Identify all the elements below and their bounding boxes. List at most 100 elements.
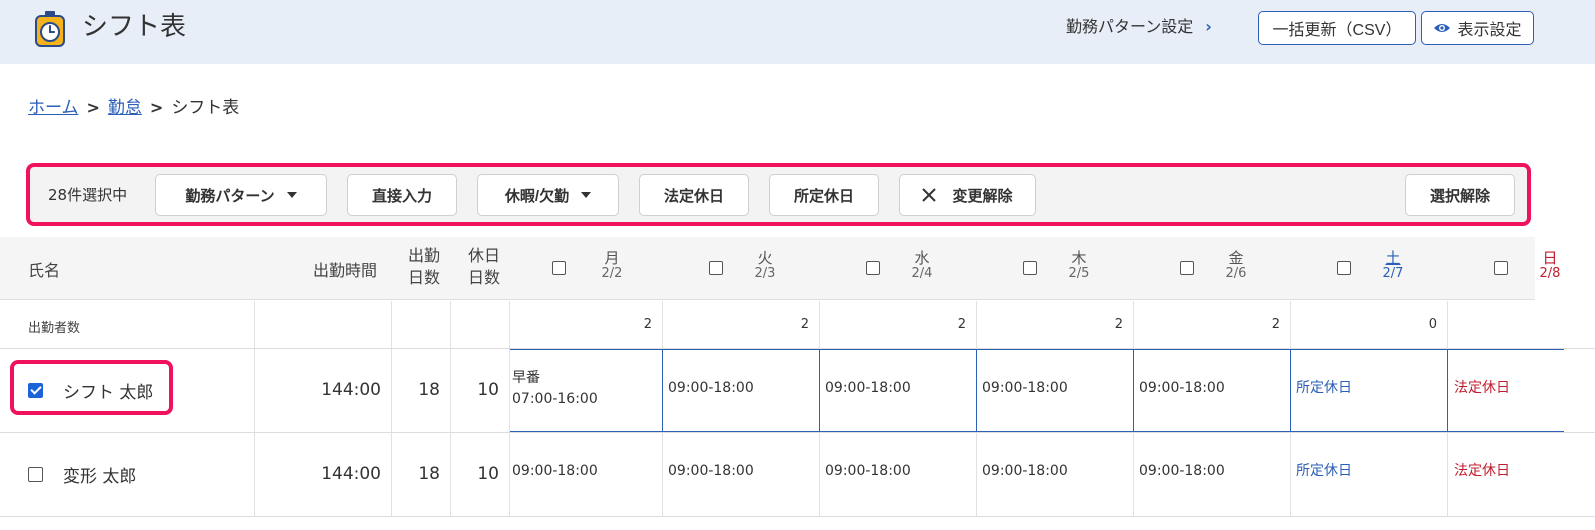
day-date: 2/3 — [754, 266, 776, 281]
clear-changes-button[interactable]: 変更解除 — [899, 174, 1036, 216]
holidays-cell: 10 — [451, 349, 510, 432]
bulk-action-bar: 28件選択中 勤務パターン 直接入力 休暇/欠勤 法定休日 所定休日 変更解除 … — [26, 163, 1531, 226]
day-select-checkbox[interactable] — [1494, 261, 1508, 275]
shift-cell-sunday[interactable]: 法定休日 — [1448, 349, 1564, 432]
breadcrumb: ホーム > 勤怠 > シフト表 — [28, 96, 239, 120]
clear-changes-label: 変更解除 — [952, 187, 1013, 205]
work-pattern-dropdown[interactable]: 勤務パターン — [155, 174, 327, 216]
day-date: 2/8 — [1539, 266, 1561, 281]
table-row: 変形 太郎 144:00 18 10 09:00-18:00 09:00-18:… — [0, 433, 1595, 517]
day-weekday: 木 — [1071, 249, 1087, 267]
shift-cell[interactable]: 09:00-18:00 — [820, 433, 977, 516]
empty-cell — [255, 301, 392, 348]
shift-cell[interactable]: 09:00-18:00 — [1134, 433, 1291, 516]
work-pattern-settings-label: 勤務パターン設定 — [1066, 17, 1194, 36]
shift-cell[interactable]: 09:00-18:00 — [977, 433, 1134, 516]
close-icon — [922, 188, 937, 202]
work-hours: 144:00 — [321, 464, 381, 484]
bulk-update-csv-label: 一括更新（CSV） — [1272, 22, 1402, 39]
caret-down-icon — [581, 192, 592, 198]
day-label: 水 2/4 — [902, 251, 942, 282]
shift-holiday: 所定休日 — [1296, 463, 1352, 479]
employee-name[interactable]: 変形 太郎 — [63, 462, 136, 487]
shift-time: 09:00-18:00 — [982, 380, 1068, 396]
day-date: 2/2 — [601, 266, 623, 281]
attendee-count-cell: 2 — [663, 301, 820, 348]
day-column-header: 木 2/5 — [977, 237, 1134, 300]
table-row: シフト 太郎 144:00 18 10 早番 07:00-16:00 09:00-… — [0, 349, 1595, 433]
day-date: 2/7 — [1382, 266, 1404, 281]
shift-cell-saturday[interactable]: 所定休日 — [1291, 433, 1448, 516]
shift-text: 早番 07:00-16:00 — [512, 368, 598, 410]
day-label-sunday: 日 2/8 — [1530, 251, 1570, 282]
day-select-checkbox[interactable] — [866, 261, 880, 275]
employee-select-checkbox[interactable] — [28, 467, 43, 482]
hours-cell: 144:00 — [255, 349, 392, 432]
col-header-workdays: 出勤 日数 — [404, 245, 444, 289]
shift-time: 09:00-18:00 — [825, 380, 911, 396]
shift-cell[interactable]: 09:00-18:00 — [510, 433, 663, 516]
shift-cell-sunday[interactable]: 法定休日 — [1448, 433, 1595, 516]
page-title: シフト表 — [82, 12, 187, 42]
shift-cell-saturday[interactable]: 所定休日 — [1291, 349, 1448, 432]
deselect-button[interactable]: 選択解除 — [1405, 174, 1515, 216]
shift-clock-icon — [35, 11, 65, 47]
bulk-update-csv-button[interactable]: 一括更新（CSV） — [1258, 11, 1416, 45]
col-header-holidays-line2: 日数 — [467, 268, 500, 287]
attendee-count: 2 — [957, 317, 966, 332]
breadcrumb-attendance-link[interactable]: 勤怠 — [108, 96, 142, 120]
shift-time: 09:00-18:00 — [512, 463, 598, 479]
work-pattern-label: 勤務パターン — [185, 187, 275, 205]
chevron-right-icon: › — [1205, 17, 1212, 36]
leave-absence-dropdown[interactable]: 休暇/欠勤 — [477, 174, 619, 216]
day-column-header: 土 2/7 — [1291, 237, 1448, 300]
shift-cell[interactable]: 09:00-18:00 — [820, 349, 977, 432]
direct-input-button[interactable]: 直接入力 — [347, 174, 457, 216]
legal-holiday-button[interactable]: 法定休日 — [639, 174, 749, 216]
shift-cell[interactable]: 09:00-18:00 — [977, 349, 1134, 432]
hours-cell: 144:00 — [255, 433, 392, 516]
shift-holiday: 法定休日 — [1454, 463, 1510, 479]
day-weekday: 土 — [1385, 249, 1401, 267]
display-settings-label: 表示設定 — [1457, 22, 1522, 39]
shift-time: 09:00-18:00 — [668, 463, 754, 479]
day-select-checkbox[interactable] — [1023, 261, 1037, 275]
shift-time: 09:00-18:00 — [982, 463, 1068, 479]
table-header: 氏名 出勤時間 出勤 日数 休日 日数 月 2/2 火 2/3 水 2/4 木 2/5 … — [0, 237, 1560, 300]
shift-time: 09:00-18:00 — [668, 380, 754, 396]
app-header: シフト表 勤務パターン設定 › 一括更新（CSV） 表示設定 — [0, 0, 1595, 64]
shift-time: 09:00-18:00 — [825, 463, 911, 479]
breadcrumb-current: シフト表 — [171, 98, 240, 118]
work-days: 18 — [418, 464, 440, 484]
direct-input-label: 直接入力 — [371, 187, 432, 205]
attendee-count-cell: 2 — [1134, 301, 1291, 348]
shift-cell[interactable]: 09:00-18:00 — [1134, 349, 1291, 432]
chevron-right-icon: > — [149, 98, 164, 117]
leave-absence-label: 休暇/欠勤 — [504, 187, 570, 205]
shift-holiday: 法定休日 — [1454, 380, 1510, 396]
shift-cell[interactable]: 09:00-18:00 — [663, 349, 820, 432]
attendee-count-cell: 2 — [977, 301, 1134, 348]
day-select-checkbox[interactable] — [1180, 261, 1194, 275]
day-column-header: 月 2/2 — [510, 237, 663, 300]
legal-holiday-label: 法定休日 — [663, 187, 724, 205]
shift-time: 09:00-18:00 — [1139, 463, 1225, 479]
scheduled-holiday-button[interactable]: 所定休日 — [769, 174, 879, 216]
display-settings-button[interactable]: 表示設定 — [1421, 11, 1534, 45]
work-pattern-settings-link[interactable]: 勤務パターン設定 › — [1066, 16, 1212, 38]
attendee-count: 2 — [643, 317, 652, 332]
day-weekday: 月 — [604, 249, 620, 267]
shift-time: 07:00-16:00 — [512, 391, 598, 407]
day-weekday: 金 — [1228, 249, 1244, 267]
col-header-holidays-line1: 休日 — [467, 246, 500, 265]
attendee-count-cell — [1448, 301, 1595, 348]
breadcrumb-home-link[interactable]: ホーム — [28, 96, 79, 120]
day-select-checkbox[interactable] — [552, 261, 566, 275]
day-select-checkbox[interactable] — [709, 261, 723, 275]
day-column-header: 火 2/3 — [663, 237, 820, 300]
shift-cell[interactable]: 早番 07:00-16:00 — [510, 349, 663, 432]
shift-cell[interactable]: 09:00-18:00 — [663, 433, 820, 516]
day-select-checkbox[interactable] — [1337, 261, 1351, 275]
day-label: 金 2/6 — [1216, 249, 1256, 282]
work-days: 18 — [418, 380, 440, 400]
